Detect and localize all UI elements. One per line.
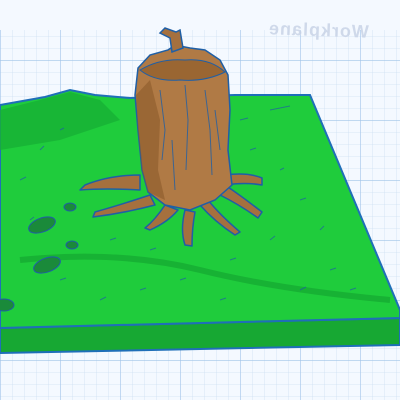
3d-model-tree-stump-terrain[interactable] (0, 0, 400, 400)
stump-branch (158, 27, 184, 54)
